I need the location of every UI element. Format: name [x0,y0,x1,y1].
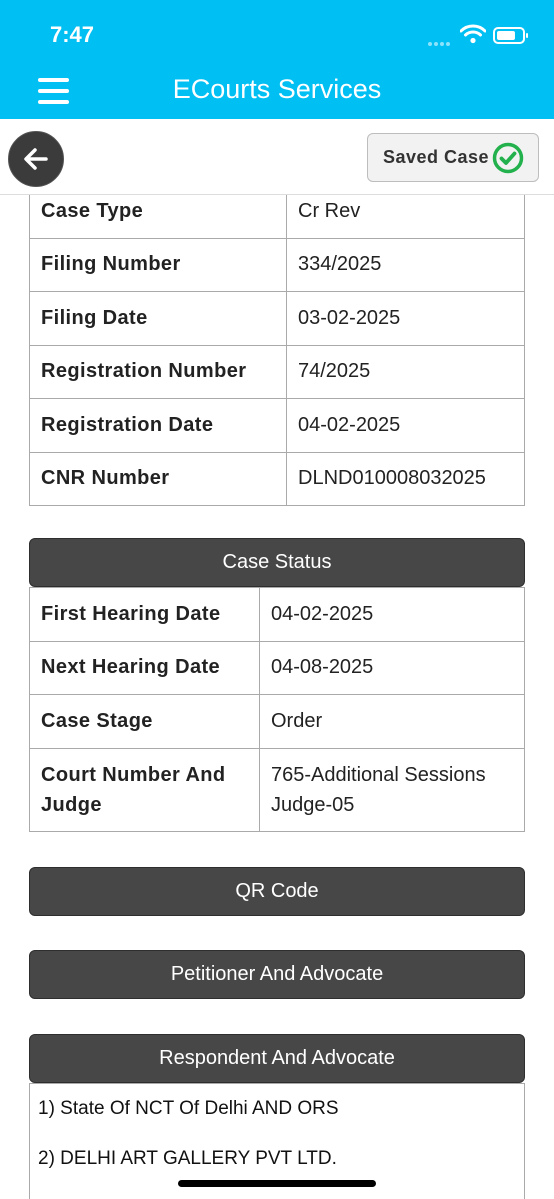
petitioner-advocate-button[interactable]: Petitioner And Advocate [29,950,525,999]
list-item: 1) State Of NCT Of Delhi AND ORS [38,1098,339,1119]
status-time: 7:47 [50,22,95,47]
list-item: 2) DELHI ART GALLERY PVT LTD. [38,1148,337,1169]
registration-number-label: Registration Number [29,344,287,399]
table-row: Filing Date 03-02-2025 [29,291,525,346]
cnr-number-label: CNR Number [29,451,287,506]
saved-case-label: Saved Case [383,147,490,167]
table-row: Case Stage Order [29,694,525,749]
table-row: Next Hearing Date 04-08-2025 [29,640,525,695]
first-hearing-date-label: First Hearing Date [29,587,260,642]
court-number-judge-value: 765-Additional Sessions Judge-05 [259,747,525,832]
filing-number-label: Filing Number [29,237,287,292]
case-stage-label: Case Stage [29,694,260,749]
registration-date-label: Registration Date [29,398,287,453]
table-row: Court Number And Judge 765-Additional Ses… [29,747,525,832]
filing-date-value: 03-02-2025 [286,291,525,346]
table-row: First Hearing Date 04-02-2025 [29,587,525,642]
cnr-number-value: DLND010008032025 [286,451,525,506]
case-status-table: First Hearing Date 04-02-2025 Next Hearin… [29,587,525,832]
app-header: 7:47 ECourts Services [0,0,554,119]
next-hearing-date-value: 04-08-2025 [259,640,525,695]
case-details-table: Case Type Cr Rev Filing Number 334/2025 Fi… [29,184,525,506]
table-row: Registration Date 04-02-2025 [29,398,525,453]
first-hearing-date-value: 04-02-2025 [259,587,525,642]
case-stage-value: Order [259,694,525,749]
filing-number-value: 334/2025 [286,237,525,292]
toolbar: Saved Case [0,119,554,195]
saved-case-button[interactable]: Saved Case [367,133,539,182]
next-hearing-date-label: Next Hearing Date [29,640,260,695]
home-indicator[interactable] [178,1180,376,1187]
table-row: Registration Number 74/2025 [29,344,525,399]
case-status-header[interactable]: Case Status [29,538,525,587]
filing-date-label: Filing Date [29,291,287,346]
court-number-judge-label: Court Number And Judge [29,747,260,832]
wifi-icon [460,24,486,44]
table-row: Filing Number 334/2025 [29,237,525,292]
check-circle-icon [492,142,524,174]
qr-code-button[interactable]: QR Code [29,867,525,916]
arrow-left-icon [24,148,48,170]
table-row: CNR Number DLND010008032025 [29,451,525,506]
registration-date-value: 04-02-2025 [286,398,525,453]
page-title: ECourts Services [172,74,382,104]
battery-icon [493,27,528,44]
respondent-advocate-button[interactable]: Respondent And Advocate [29,1034,525,1083]
cellular-signal-icon [428,33,456,46]
registration-number-value: 74/2025 [286,344,525,399]
back-button[interactable] [8,131,64,187]
